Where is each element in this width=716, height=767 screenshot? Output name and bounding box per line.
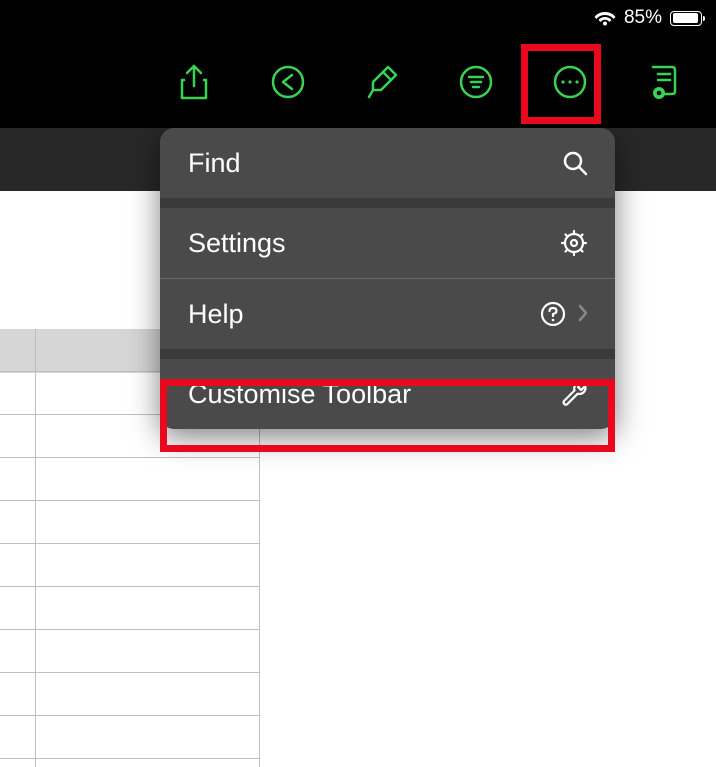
undo-button[interactable] bbox=[268, 62, 308, 102]
wrench-icon bbox=[559, 379, 589, 409]
gear-icon bbox=[559, 228, 589, 258]
menu-label: Customise Toolbar bbox=[188, 379, 411, 410]
wifi-icon bbox=[594, 10, 616, 26]
status-bar: 85% bbox=[0, 0, 716, 36]
more-popover-menu: Find Settings bbox=[160, 128, 615, 429]
toolbar bbox=[0, 36, 716, 128]
menu-item-settings[interactable]: Settings bbox=[160, 208, 615, 278]
menu-item-customise-toolbar[interactable]: Customise Toolbar bbox=[160, 359, 615, 429]
chevron-right-icon bbox=[577, 299, 589, 330]
filter-button[interactable] bbox=[456, 62, 496, 102]
menu-label: Settings bbox=[188, 228, 286, 259]
battery-percentage: 85% bbox=[624, 7, 662, 29]
reading-mode-button[interactable] bbox=[644, 62, 684, 102]
battery-icon bbox=[670, 11, 702, 26]
menu-item-find[interactable]: Find bbox=[160, 128, 615, 198]
search-icon bbox=[561, 149, 589, 177]
menu-item-help[interactable]: Help bbox=[160, 279, 615, 349]
question-icon bbox=[539, 300, 567, 328]
menu-label: Find bbox=[188, 148, 241, 179]
more-button[interactable] bbox=[550, 62, 590, 102]
format-brush-button[interactable] bbox=[362, 62, 402, 102]
share-button[interactable] bbox=[174, 62, 214, 102]
menu-label: Help bbox=[188, 299, 244, 330]
